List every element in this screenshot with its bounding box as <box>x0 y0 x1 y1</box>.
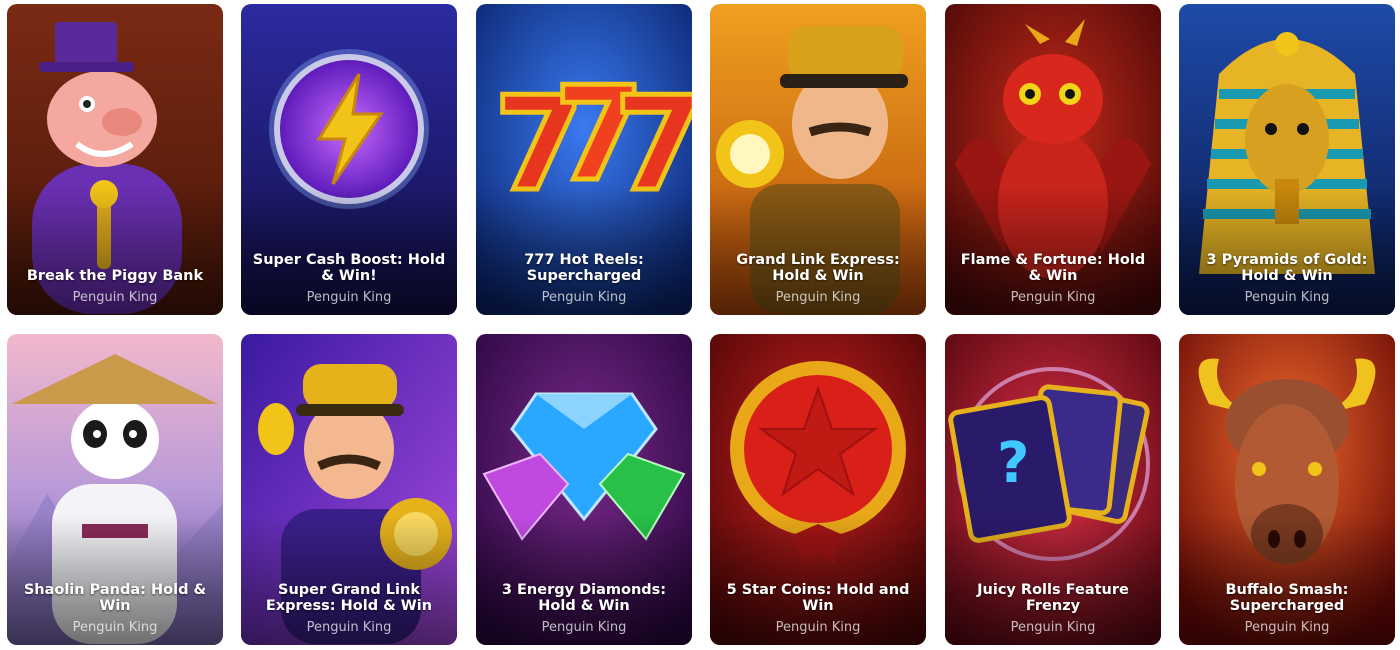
card-info: Super Cash Boost: Hold & Win! Penguin Ki… <box>249 252 449 305</box>
game-title: 3 Energy Diamonds: Hold & Win <box>501 582 667 614</box>
game-title: Super Cash Boost: Hold & Win! <box>252 252 446 284</box>
game-card-grand-link-express[interactable]: Grand Link Express: Hold & Win Penguin K… <box>710 4 926 315</box>
card-info: Juicy Rolls Feature Frenzy Penguin King <box>953 582 1153 635</box>
game-provider: Penguin King <box>1010 620 1096 635</box>
game-card-777-hot-reels[interactable]: 7 7 7 777 Hot Reels: Supercharged Pengui… <box>476 4 692 315</box>
game-title: Flame & Fortune: Hold & Win <box>960 252 1146 284</box>
game-card-super-cash-boost[interactable]: Super Cash Boost: Hold & Win! Penguin Ki… <box>241 4 457 315</box>
game-card-buffalo-smash[interactable]: Buffalo Smash: Supercharged Penguin King <box>1179 334 1395 645</box>
game-provider: Penguin King <box>306 290 392 305</box>
game-provider: Penguin King <box>541 290 627 305</box>
game-card-juicy-rolls-feature-frenzy[interactable]: ? Juicy Rolls Feature Frenzy Penguin Kin… <box>945 334 1161 645</box>
game-title: 777 Hot Reels: Supercharged <box>524 252 644 284</box>
game-provider: Penguin King <box>306 620 392 635</box>
game-provider: Penguin King <box>1244 290 1330 305</box>
game-provider: Penguin King <box>1010 290 1096 305</box>
card-info: 3 Pyramids of Gold: Hold & Win Penguin K… <box>1187 252 1387 305</box>
card-info: Flame & Fortune: Hold & Win Penguin King <box>953 252 1153 305</box>
game-provider: Penguin King <box>72 620 158 635</box>
card-info: Super Grand Link Express: Hold & Win Pen… <box>249 582 449 635</box>
game-card-super-grand-link-express[interactable]: Super Grand Link Express: Hold & Win Pen… <box>241 334 457 645</box>
game-card-flame-and-fortune[interactable]: Flame & Fortune: Hold & Win Penguin King <box>945 4 1161 315</box>
game-card-3-pyramids-of-gold[interactable]: 3 Pyramids of Gold: Hold & Win Penguin K… <box>1179 4 1395 315</box>
game-title: Break the Piggy Bank <box>26 268 204 284</box>
game-grid: Break the Piggy Bank Penguin King Super … <box>0 0 1400 650</box>
game-title: 5 Star Coins: Hold and Win <box>726 582 910 614</box>
game-card-3-energy-diamonds[interactable]: 3 Energy Diamonds: Hold & Win Penguin Ki… <box>476 334 692 645</box>
card-info: 777 Hot Reels: Supercharged Penguin King <box>484 252 684 305</box>
game-card-5-star-coins[interactable]: 5 Star Coins: Hold and Win Penguin King <box>710 334 926 645</box>
card-info: Shaolin Panda: Hold & Win Penguin King <box>15 582 215 635</box>
card-info: 5 Star Coins: Hold and Win Penguin King <box>718 582 918 635</box>
card-info: 3 Energy Diamonds: Hold & Win Penguin Ki… <box>484 582 684 635</box>
game-card-break-the-piggy-bank[interactable]: Break the Piggy Bank Penguin King <box>7 4 223 315</box>
game-title: Super Grand Link Express: Hold & Win <box>265 582 433 614</box>
card-info: Grand Link Express: Hold & Win Penguin K… <box>718 252 918 305</box>
game-provider: Penguin King <box>72 290 158 305</box>
svg-text:?: ? <box>997 431 1029 496</box>
card-info: Buffalo Smash: Supercharged Penguin King <box>1187 582 1387 635</box>
game-title: Grand Link Express: Hold & Win <box>736 252 900 284</box>
game-provider: Penguin King <box>775 290 861 305</box>
game-title: Buffalo Smash: Supercharged <box>1225 582 1349 614</box>
card-info: Break the Piggy Bank Penguin King <box>15 268 215 305</box>
game-title: 3 Pyramids of Gold: Hold & Win <box>1206 252 1368 284</box>
game-title: Juicy Rolls Feature Frenzy <box>977 582 1129 614</box>
game-card-shaolin-panda[interactable]: Shaolin Panda: Hold & Win Penguin King <box>7 334 223 645</box>
game-provider: Penguin King <box>775 620 861 635</box>
game-provider: Penguin King <box>541 620 627 635</box>
game-provider: Penguin King <box>1244 620 1330 635</box>
game-title: Shaolin Panda: Hold & Win <box>23 582 207 614</box>
